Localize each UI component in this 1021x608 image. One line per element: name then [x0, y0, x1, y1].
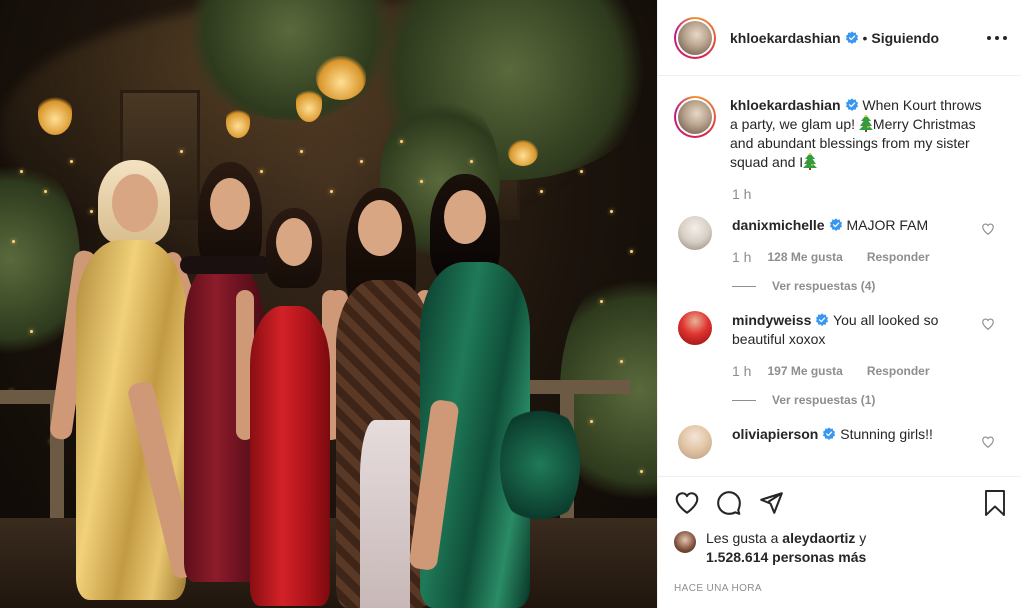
post-actions: Les gusta a aleydaortiz y 1.528.614 pers…: [658, 476, 1021, 608]
author-avatar[interactable]: [674, 16, 716, 59]
commenter-avatar[interactable]: [678, 311, 712, 345]
post-photo[interactable]: [0, 0, 657, 608]
instagram-post: khloekardashian • Siguiendo khloekardash…: [0, 0, 1021, 608]
view-replies-button[interactable]: Ver respuestas (4): [732, 279, 982, 293]
author-username[interactable]: khloekardashian: [730, 30, 841, 46]
comment-item: danixmichelle MAJOR FAM 1 h 128 Me gusta…: [674, 216, 1005, 293]
liker-username[interactable]: aleydaortiz: [782, 530, 855, 546]
commenter-username[interactable]: danixmichelle: [732, 217, 825, 233]
verified-badge-icon: [816, 313, 829, 326]
reply-button[interactable]: Responder: [867, 364, 930, 378]
comment-time[interactable]: 1 h: [732, 249, 751, 265]
comment-bubble-icon[interactable]: [716, 490, 742, 516]
caption-text: khloekardashian When Kourt throws a part…: [730, 96, 992, 172]
verified-badge-icon: [829, 218, 842, 231]
post-header: khloekardashian • Siguiendo: [658, 0, 1021, 76]
likes-conjunction: y: [855, 530, 867, 546]
view-replies-button[interactable]: Ver respuestas (1): [732, 393, 982, 407]
reply-button[interactable]: Responder: [867, 250, 930, 264]
heart-icon[interactable]: [674, 490, 700, 516]
comment-likes[interactable]: 197 Me gusta: [767, 364, 842, 378]
liker-avatar[interactable]: [674, 531, 696, 553]
verified-badge-icon: [823, 427, 836, 440]
caption-username[interactable]: khloekardashian: [730, 97, 841, 113]
commenter-avatar[interactable]: [678, 425, 712, 459]
comment-time[interactable]: 1 h: [732, 363, 751, 379]
more-options-icon[interactable]: [987, 28, 1007, 48]
comment-item: oliviapierson Stunning girls!!: [674, 425, 1005, 459]
comment-text: MAJOR FAM: [846, 217, 929, 233]
bookmark-icon[interactable]: [983, 489, 1007, 517]
commenter-avatar[interactable]: [678, 216, 712, 250]
comments-list: khloekardashian When Kourt throws a part…: [658, 76, 1021, 476]
christmas-tree-emoji: [803, 153, 818, 170]
commenter-username[interactable]: oliviapierson: [732, 426, 818, 442]
christmas-tree-emoji: [858, 115, 873, 132]
comment-item: mindyweiss You all looked so beautiful x…: [674, 311, 1005, 407]
comment-like-heart-icon[interactable]: [981, 222, 995, 236]
following-button[interactable]: Siguiendo: [871, 30, 939, 46]
caption-avatar[interactable]: [674, 96, 716, 138]
post-caption: khloekardashian When Kourt throws a part…: [674, 96, 1005, 172]
header-separator: •: [862, 29, 868, 46]
view-replies-label: Ver respuestas (4): [772, 279, 876, 293]
comment-like-heart-icon[interactable]: [981, 435, 995, 449]
commenter-username[interactable]: mindyweiss: [732, 312, 811, 328]
comment-like-heart-icon[interactable]: [981, 317, 995, 331]
post-timestamp[interactable]: HACE UNA HORA: [674, 583, 1005, 594]
verified-badge-icon: [845, 30, 858, 44]
comment-likes[interactable]: 128 Me gusta: [767, 250, 842, 264]
view-replies-label: Ver respuestas (1): [772, 393, 876, 407]
paper-plane-icon[interactable]: [758, 490, 784, 516]
likes-summary: Les gusta a aleydaortiz y 1.528.614 pers…: [674, 529, 1005, 567]
likes-prefix: Les gusta a: [706, 530, 783, 546]
comment-text: Stunning girls!!: [840, 426, 933, 442]
post-sidebar: khloekardashian • Siguiendo khloekardash…: [657, 0, 1021, 608]
likes-count[interactable]: 1.528.614 personas más: [706, 549, 866, 565]
verified-badge-icon: [845, 98, 858, 111]
caption-time[interactable]: 1 h: [732, 186, 1005, 202]
